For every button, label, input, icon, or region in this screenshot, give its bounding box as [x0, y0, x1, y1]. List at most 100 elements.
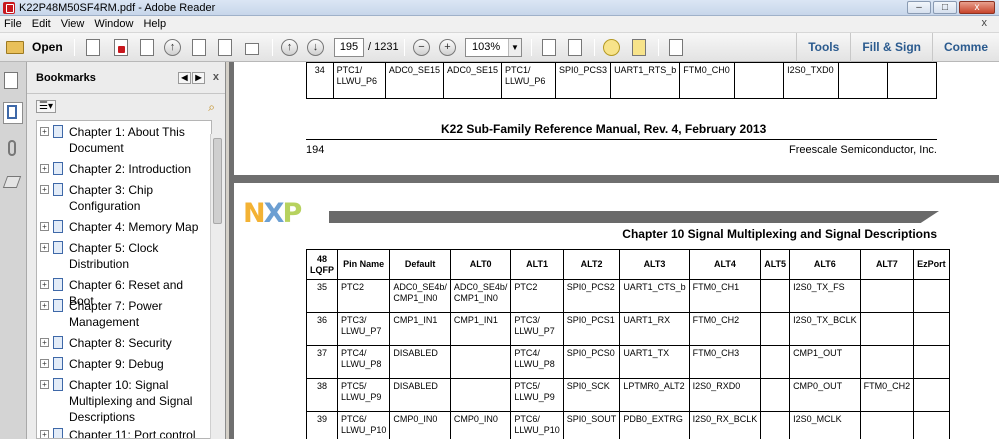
menu-window[interactable]: Window: [90, 18, 139, 30]
minus-icon: −: [413, 38, 430, 56]
tools-link[interactable]: Tools: [796, 33, 850, 62]
comment-link[interactable]: Comme: [931, 33, 999, 62]
print-button[interactable]: [216, 37, 232, 57]
table-cell: [760, 279, 791, 313]
minimize-button[interactable]: –: [907, 1, 931, 14]
zoom-select[interactable]: 103% ▼: [465, 38, 522, 57]
zoom-out-button[interactable]: −: [413, 37, 430, 57]
bookmark-label: Chapter 9: Debug: [69, 357, 164, 371]
close-panel-icon[interactable]: x: [213, 71, 219, 83]
bookmark-item[interactable]: + Chapter 6: Reset and Boot: [37, 277, 211, 308]
export-pdf-button[interactable]: [112, 37, 128, 57]
menu-view[interactable]: View: [57, 18, 91, 30]
table-cell: [760, 312, 791, 346]
export-pdf-icon: [114, 38, 128, 56]
bookmark-item[interactable]: + Chapter 11: Port control: [37, 427, 211, 438]
panel-nav: ◀ ▶: [178, 72, 205, 84]
maximize-button[interactable]: □: [933, 1, 957, 14]
menu-file[interactable]: File: [0, 18, 28, 30]
fit-page-icon: [542, 38, 556, 56]
column-header: ALT5: [760, 249, 791, 280]
bookmark-item[interactable]: + Chapter 3: Chip Configuration: [37, 182, 211, 219]
bookmark-item[interactable]: + Chapter 7: Power Management: [37, 298, 211, 335]
expand-icon[interactable]: +: [40, 280, 49, 289]
toolbar-separator: [272, 39, 273, 56]
column-header: Pin Name: [336, 249, 391, 280]
table-cell: [859, 345, 915, 379]
menu-edit[interactable]: Edit: [28, 18, 57, 30]
chevron-down-icon[interactable]: ▼: [508, 39, 521, 56]
edit-pdf-button[interactable]: [138, 37, 154, 57]
table-row: 38 PTC5/ LLWU_P9 DISABLED PTC5/ LLWU_P9 …: [306, 378, 950, 412]
bookmark-label: Chapter 1: About This Document: [69, 125, 185, 155]
collapse-left-icon[interactable]: ◀: [178, 72, 191, 84]
expand-icon[interactable]: +: [40, 359, 49, 368]
find-bookmark-icon[interactable]: ⌕: [208, 100, 215, 115]
layers-icon[interactable]: [2, 172, 23, 194]
table-cell: I2S0_TXD0: [783, 62, 839, 99]
email-button[interactable]: [243, 37, 259, 57]
column-header: ALT6: [789, 249, 861, 280]
bookmark-item[interactable]: + Chapter 5: Clock Distribution: [37, 240, 211, 277]
arrow-down-icon: ↓: [307, 38, 324, 56]
highlight-button[interactable]: [630, 37, 646, 57]
task-panes: Tools Fill & Sign Comme: [796, 33, 999, 62]
bookmark-item[interactable]: + Chapter 10: Signal Multiplexing and Sig…: [37, 377, 211, 427]
bookmark-item[interactable]: + Chapter 1: About This Document: [37, 124, 211, 161]
table-cell: [859, 312, 915, 346]
bookmarks-icon[interactable]: [3, 102, 23, 124]
document-close-icon[interactable]: x: [978, 17, 994, 29]
fit-page-button[interactable]: [540, 37, 556, 57]
options-menu-icon[interactable]: ☰▾: [36, 100, 56, 113]
close-button[interactable]: x: [959, 1, 995, 14]
fill-sign-link[interactable]: Fill & Sign: [850, 33, 932, 62]
table-cell: [913, 378, 950, 412]
bookmark-item[interactable]: + Chapter 8: Security: [37, 335, 211, 356]
bookmark-icon: [53, 125, 63, 138]
bookmark-item[interactable]: + Chapter 4: Memory Map: [37, 219, 211, 240]
previous-page-button[interactable]: ↑: [281, 37, 298, 57]
scrolling-mode-button[interactable]: [566, 37, 582, 57]
expand-right-icon[interactable]: ▶: [192, 72, 205, 84]
bookmark-item[interactable]: + Chapter 2: Introduction: [37, 161, 211, 182]
upload-button[interactable]: ↑: [164, 37, 181, 57]
full-screen-button[interactable]: [667, 37, 683, 57]
folder-icon: [6, 38, 24, 56]
comment-button[interactable]: [603, 37, 620, 57]
save-button[interactable]: [190, 37, 206, 57]
bookmark-item[interactable]: + Chapter 9: Debug: [37, 356, 211, 377]
expand-icon[interactable]: +: [40, 430, 49, 438]
bookmarks-title: Bookmarks: [36, 71, 96, 84]
table-cell: [913, 411, 950, 439]
scrollbar-thumb[interactable]: [213, 138, 222, 224]
document-view[interactable]: 34 PTC1/ LLWU_P6 ADC0_SE15 ADC0_SE15 PTC…: [229, 62, 999, 439]
create-pdf-button[interactable]: [84, 37, 100, 57]
page-number-input[interactable]: 195: [334, 38, 364, 57]
zoom-in-button[interactable]: +: [439, 37, 456, 57]
manual-title: K22 Sub-Family Reference Manual, Rev. 4,…: [441, 122, 767, 136]
table-row: 36 PTC3/ LLWU_P7 CMP1_IN1 CMP1_IN1 PTC3/…: [306, 312, 950, 346]
expand-icon[interactable]: +: [40, 338, 49, 347]
column-header: ALT4: [688, 249, 762, 280]
expand-icon[interactable]: +: [40, 301, 49, 310]
bookmark-label: Chapter 8: Security: [69, 336, 172, 350]
expand-icon[interactable]: +: [40, 185, 49, 194]
table-cell: UART1_CTS_b: [619, 279, 690, 313]
table-cell: [760, 345, 791, 379]
open-button[interactable]: Open: [6, 37, 63, 57]
expand-icon: [669, 38, 683, 56]
company-name: Freescale Semiconductor, Inc.: [789, 144, 937, 156]
expand-icon[interactable]: +: [40, 222, 49, 231]
menu-help[interactable]: Help: [139, 18, 172, 30]
bookmarks-scrollbar[interactable]: [210, 134, 223, 439]
attachments-icon[interactable]: [3, 138, 23, 160]
bookmark-icon: [53, 220, 63, 233]
expand-icon[interactable]: +: [40, 127, 49, 136]
expand-icon[interactable]: +: [40, 243, 49, 252]
pdf-page-195: NXP Chapter 10 Signal Multiplexing and S…: [234, 183, 999, 439]
expand-icon[interactable]: +: [40, 164, 49, 173]
table-cell: SPI0_PCS1: [562, 312, 621, 346]
expand-icon[interactable]: +: [40, 380, 49, 389]
page-thumbnails-icon[interactable]: [3, 70, 23, 92]
next-page-button[interactable]: ↓: [307, 37, 324, 57]
